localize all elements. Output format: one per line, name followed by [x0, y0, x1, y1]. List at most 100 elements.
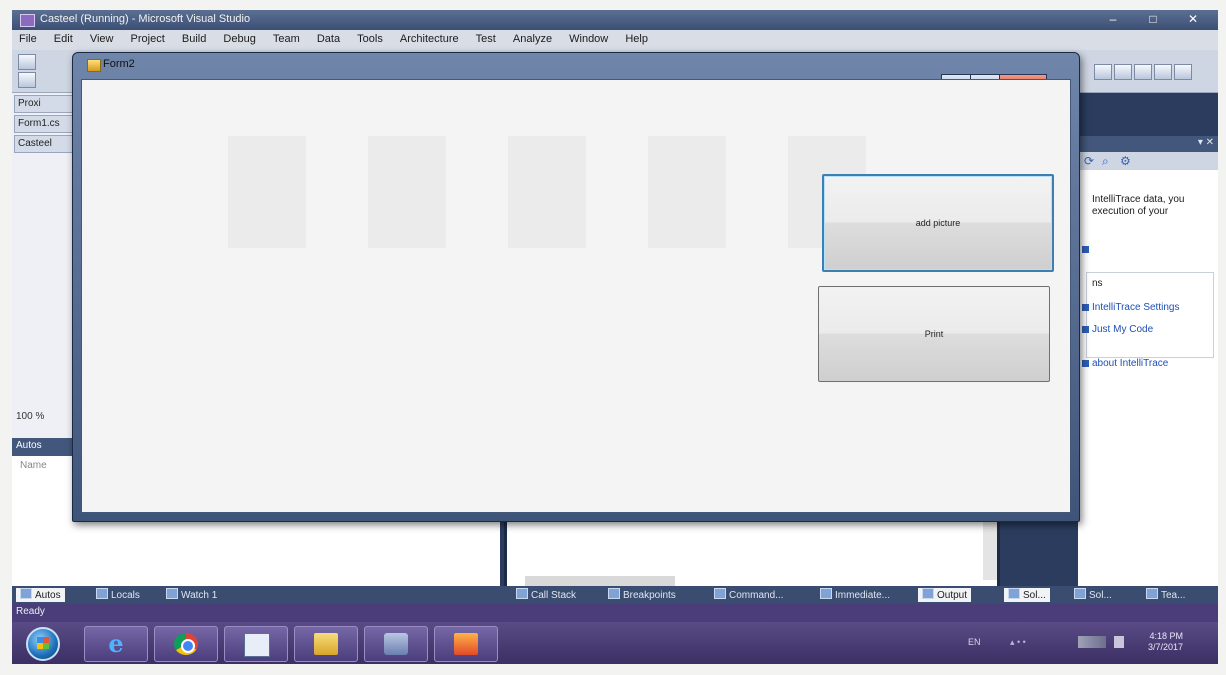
menu-test[interactable]: Test: [469, 30, 503, 45]
chrome-icon: [174, 633, 198, 655]
form2-window: Form2 – □ ✕ add picture Print: [72, 52, 1080, 522]
settings-link-icon: [1082, 304, 1089, 311]
horizontal-scrollbar[interactable]: [525, 576, 675, 586]
class-view-icon: [1074, 588, 1086, 599]
breakpoints-icon: [608, 588, 620, 599]
refresh-icon[interactable]: ⟳: [1084, 154, 1094, 168]
taskbar: e EN ▴ • • 4:18 PM 3/7/2017: [12, 622, 1218, 664]
taskbar-visual-studio[interactable]: [224, 626, 288, 662]
taskbar-app[interactable]: [434, 626, 498, 662]
language-indicator[interactable]: EN: [968, 637, 981, 647]
menu-view[interactable]: View: [83, 30, 121, 45]
form-icon: [87, 59, 101, 72]
solution-icon: [1008, 588, 1020, 599]
status-bar: Ready: [12, 604, 1218, 622]
vs-maximize-icon[interactable]: □: [1140, 12, 1166, 26]
menu-build[interactable]: Build: [175, 30, 213, 45]
tab-team[interactable]: Tea...: [1142, 588, 1189, 602]
taskbar-media-player[interactable]: [364, 626, 428, 662]
add-picture-button[interactable]: add picture: [822, 174, 1054, 272]
form2-title-bar[interactable]: Form2: [73, 53, 1079, 77]
tab-autos[interactable]: Autos: [16, 588, 65, 602]
zoom-level[interactable]: 100 %: [16, 411, 44, 422]
editor-area: Proxi Form1.cs Casteel 100 %: [12, 93, 79, 438]
clock[interactable]: 4:18 PM 3/7/2017: [1148, 631, 1183, 653]
search-icon[interactable]: ⌕: [1102, 154, 1109, 169]
undo-icon[interactable]: [18, 72, 36, 88]
taskbar-chrome[interactable]: [154, 626, 218, 662]
background-ghost: [508, 136, 586, 248]
start-button[interactable]: [26, 627, 60, 661]
intellitrace-settings-link[interactable]: IntelliTrace Settings: [1092, 302, 1179, 313]
related-views-header: ns: [1092, 278, 1103, 289]
tray-overflow-icon[interactable]: ▴ • •: [1010, 637, 1026, 648]
status-text: Ready: [16, 606, 45, 617]
settings-icon[interactable]: ⚙: [1120, 154, 1131, 168]
properties-icon[interactable]: [1114, 64, 1132, 80]
vs-minimize-icon[interactable]: –: [1100, 12, 1126, 26]
print-button[interactable]: Print: [818, 286, 1050, 382]
just-my-code-link-icon: [1082, 326, 1089, 333]
toolbox-icon[interactable]: [1094, 64, 1112, 80]
volume-icon[interactable]: [1114, 636, 1124, 648]
locals-icon: [96, 588, 108, 599]
intellitrace-panel: ▾ ✕ ⟳ ⌕ ⚙ IntelliTrace data, you executi…: [1078, 136, 1218, 586]
tab-immediate[interactable]: Immediate...: [816, 588, 894, 602]
taskbar-explorer[interactable]: [294, 626, 358, 662]
network-icon[interactable]: [1078, 636, 1106, 648]
menu-architecture[interactable]: Architecture: [393, 30, 466, 45]
panel-close-icon[interactable]: ▾ ✕: [1198, 137, 1214, 148]
tab-casteel[interactable]: Casteel: [14, 135, 79, 153]
tab-output[interactable]: Output: [918, 588, 972, 602]
clock-time: 4:18 PM: [1149, 631, 1184, 641]
tab-sol2[interactable]: Sol...: [1070, 588, 1116, 602]
menu-file[interactable]: File: [12, 30, 44, 45]
tab-call-stack[interactable]: Call Stack: [512, 588, 580, 602]
solution-explorer-icon[interactable]: [1134, 64, 1152, 80]
menu-analyze[interactable]: Analyze: [506, 30, 559, 45]
autos-name-header: Name: [20, 460, 47, 471]
menu-edit[interactable]: Edit: [47, 30, 80, 45]
about-intellitrace-link[interactable]: about IntelliTrace: [1092, 358, 1168, 369]
extensions-icon[interactable]: [1174, 64, 1192, 80]
menu-data[interactable]: Data: [310, 30, 347, 45]
tab-form1[interactable]: Form1.cs: [14, 115, 79, 133]
vs-close-icon[interactable]: ✕: [1180, 12, 1206, 26]
form2-client-area: add picture Print: [81, 79, 1071, 513]
menu-tools[interactable]: Tools: [350, 30, 390, 45]
background-ghost: [368, 136, 446, 248]
background-ghost: [648, 136, 726, 248]
menu-project[interactable]: Project: [124, 30, 172, 45]
system-tray: EN ▴ • • 4:18 PM 3/7/2017: [910, 630, 1210, 656]
object-browser-icon[interactable]: [1154, 64, 1172, 80]
menu-debug[interactable]: Debug: [216, 30, 262, 45]
info-icon: [1082, 246, 1089, 253]
output-icon: [922, 588, 934, 599]
menu-team[interactable]: Team: [266, 30, 307, 45]
vs-menu-bar: File Edit View Project Build Debug Team …: [12, 30, 1218, 50]
tab-command[interactable]: Command...: [710, 588, 787, 602]
tab-solution[interactable]: Sol...: [1004, 588, 1050, 602]
vertical-scrollbar[interactable]: [983, 514, 997, 580]
just-my-code-link[interactable]: Just My Code: [1092, 324, 1153, 335]
immediate-icon: [820, 588, 832, 599]
tab-proxi[interactable]: Proxi: [14, 95, 79, 113]
vs-title: Casteel (Running) - Microsoft Visual Stu…: [40, 13, 251, 25]
tab-breakpoints[interactable]: Breakpoints: [604, 588, 680, 602]
about-link-icon: [1082, 360, 1089, 367]
menu-window[interactable]: Window: [562, 30, 615, 45]
tab-watch[interactable]: Watch 1: [162, 588, 221, 602]
background-ghost: [228, 136, 306, 248]
form2-title: Form2: [103, 58, 135, 70]
command-icon: [714, 588, 726, 599]
intellitrace-text-1: IntelliTrace data, you: [1092, 194, 1185, 205]
tab-locals[interactable]: Locals: [92, 588, 144, 602]
intellitrace-related-box: [1086, 272, 1214, 358]
new-project-icon[interactable]: [18, 54, 36, 70]
folder-icon: [314, 633, 338, 655]
menu-help[interactable]: Help: [618, 30, 655, 45]
autos-icon: [20, 588, 32, 599]
taskbar-ie[interactable]: e: [84, 626, 148, 662]
call-stack-icon: [516, 588, 528, 599]
team-icon: [1146, 588, 1158, 599]
